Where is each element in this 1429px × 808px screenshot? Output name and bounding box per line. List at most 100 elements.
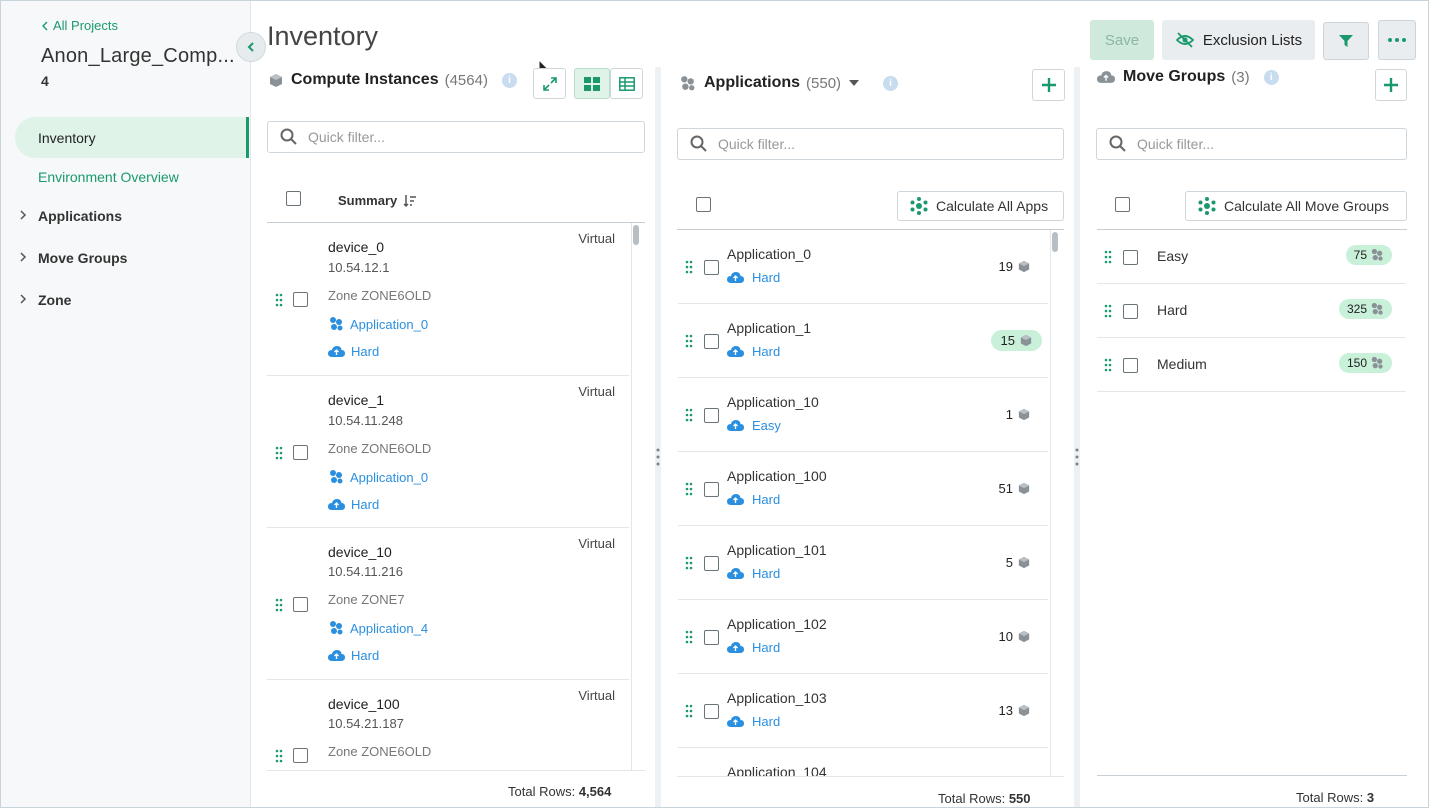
move-groups-search-field[interactable]	[1096, 128, 1407, 160]
device-card[interactable]: device_100 10.54.21.187 Zone ZONE6OLD Vi…	[267, 680, 629, 770]
row-checkbox[interactable]	[1123, 358, 1138, 373]
add-application-button[interactable]	[1032, 69, 1065, 101]
drag-handle-icon[interactable]	[1104, 250, 1112, 264]
drag-handle-icon[interactable]	[275, 749, 283, 763]
sidebar-item-move-groups[interactable]: Move Groups	[15, 237, 249, 278]
row-checkbox[interactable]	[704, 482, 719, 497]
move-group-row[interactable]: Hard 325	[1097, 284, 1406, 338]
application-difficulty-link[interactable]: Hard	[727, 566, 780, 581]
sidebar-item-inventory[interactable]: Inventory	[15, 117, 249, 158]
application-row[interactable]: Application_1 Hard 15	[678, 304, 1048, 378]
save-button[interactable]: Save	[1090, 20, 1154, 60]
drag-handle-icon[interactable]	[685, 482, 693, 496]
sidebar-item-zone[interactable]: Zone	[15, 279, 249, 320]
scrollbar-thumb[interactable]	[633, 225, 639, 245]
chevron-left-icon	[42, 21, 48, 30]
drag-handle-icon[interactable]	[685, 334, 693, 348]
drag-handle-icon[interactable]	[1104, 358, 1112, 372]
move-group-row[interactable]: Easy 75	[1097, 230, 1406, 284]
device-difficulty-link[interactable]: Hard	[328, 497, 379, 512]
row-checkbox[interactable]	[704, 334, 719, 349]
applications-search-field[interactable]	[677, 128, 1064, 160]
row-checkbox[interactable]	[1123, 304, 1138, 319]
row-checkbox[interactable]	[293, 748, 308, 763]
device-difficulty-link[interactable]: Hard	[328, 648, 379, 663]
application-row[interactable]: Application_104	[678, 748, 1048, 776]
collapse-sidebar-button[interactable]	[236, 32, 266, 62]
expand-button[interactable]	[533, 68, 566, 99]
compute-search-field[interactable]	[267, 121, 645, 153]
info-icon[interactable]: i	[1263, 69, 1279, 85]
application-difficulty-link[interactable]: Hard	[727, 492, 780, 507]
row-checkbox[interactable]	[704, 556, 719, 571]
row-checkbox[interactable]	[704, 408, 719, 423]
device-application-link[interactable]: Application_4	[328, 620, 428, 636]
application-row[interactable]: Application_103 Hard 13	[678, 674, 1048, 748]
add-move-group-button[interactable]	[1375, 69, 1407, 101]
select-all-checkbox[interactable]	[696, 197, 711, 212]
sidebar-item-applications[interactable]: Applications	[15, 195, 249, 236]
application-row[interactable]: Application_101 Hard 5	[678, 526, 1048, 600]
application-row[interactable]: Application_102 Hard 10	[678, 600, 1048, 674]
application-row[interactable]: Application_100 Hard 51	[678, 452, 1048, 526]
calculate-all-move-groups-button[interactable]: Calculate All Move Groups	[1185, 191, 1407, 221]
row-checkbox[interactable]	[704, 630, 719, 645]
cloud-icon	[727, 346, 744, 357]
info-icon[interactable]: i	[883, 75, 899, 91]
device-application-link[interactable]: Application_0	[328, 316, 428, 332]
row-checkbox[interactable]	[293, 445, 308, 460]
application-difficulty-link[interactable]: Hard	[727, 344, 780, 359]
application-difficulty-link[interactable]: Hard	[727, 270, 780, 285]
filter-button[interactable]	[1323, 22, 1369, 60]
device-application-link[interactable]: Application_0	[328, 469, 428, 485]
row-checkbox[interactable]	[704, 260, 719, 275]
drag-handle-icon[interactable]	[275, 446, 283, 460]
summary-column-header[interactable]: Summary	[338, 193, 417, 208]
table-view-button[interactable]	[610, 68, 643, 99]
compute-scrollbar[interactable]	[631, 223, 639, 770]
move-group-row[interactable]: Medium 150	[1097, 338, 1406, 392]
scrollbar-thumb[interactable]	[1052, 232, 1058, 252]
drag-handle-icon[interactable]	[1104, 304, 1112, 318]
more-options-button[interactable]	[1378, 20, 1416, 60]
row-checkbox[interactable]	[293, 597, 308, 612]
card-view-button[interactable]	[574, 68, 610, 99]
caret-right-icon	[20, 252, 27, 262]
application-difficulty-link[interactable]: Easy	[727, 418, 781, 433]
drag-handle-icon[interactable]	[275, 293, 283, 307]
applications-search-input[interactable]	[718, 136, 1036, 152]
application-row[interactable]: Application_10 Easy 1	[678, 378, 1048, 452]
device-card[interactable]: device_10 10.54.11.216 Zone ZONE7 Applic…	[267, 528, 629, 680]
drag-handle-icon[interactable]	[685, 704, 693, 718]
calculate-icon	[910, 197, 928, 215]
dropdown-caret-icon[interactable]	[849, 80, 860, 86]
move-groups-search-input[interactable]	[1137, 136, 1390, 152]
application-difficulty-link[interactable]: Hard	[727, 714, 780, 729]
application-difficulty-label: Easy	[752, 418, 781, 433]
all-projects-label: All Projects	[53, 18, 119, 33]
select-all-checkbox[interactable]	[286, 191, 301, 206]
drag-handle-icon[interactable]	[275, 598, 283, 612]
device-card[interactable]: device_0 10.54.12.1 Zone ZONE6OLD Applic…	[267, 223, 629, 376]
drag-handle-icon[interactable]	[685, 408, 693, 422]
sidebar-item-environment-overview[interactable]: Environment Overview	[15, 156, 249, 197]
select-all-checkbox[interactable]	[1115, 197, 1130, 212]
application-difficulty-link[interactable]: Hard	[727, 640, 780, 655]
device-difficulty-link[interactable]: Hard	[328, 344, 379, 359]
drag-handle-icon[interactable]	[685, 630, 693, 644]
compute-search-input[interactable]	[308, 129, 618, 145]
panel-splitter[interactable]	[655, 67, 661, 807]
row-checkbox[interactable]	[704, 704, 719, 719]
exclusion-lists-button[interactable]: Exclusion Lists	[1162, 20, 1315, 60]
applications-scrollbar[interactable]	[1050, 230, 1058, 776]
application-row[interactable]: Application_0 Hard 19	[678, 230, 1048, 304]
row-checkbox[interactable]	[293, 292, 308, 307]
device-card[interactable]: device_1 10.54.11.248 Zone ZONE6OLD Appl…	[267, 376, 629, 528]
all-projects-link[interactable]: All Projects	[41, 18, 118, 33]
info-icon[interactable]: i	[501, 72, 517, 88]
drag-handle-icon[interactable]	[685, 556, 693, 570]
drag-handle-icon[interactable]	[685, 260, 693, 274]
panel-splitter[interactable]	[1074, 67, 1080, 807]
calculate-all-apps-button[interactable]: Calculate All Apps	[897, 191, 1064, 221]
row-checkbox[interactable]	[1123, 250, 1138, 265]
